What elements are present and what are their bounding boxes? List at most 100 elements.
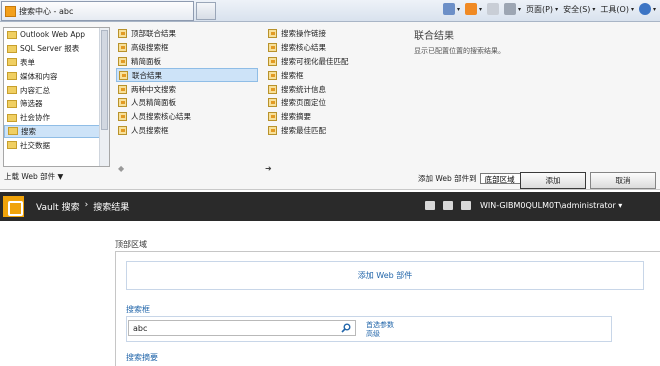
cancel-button[interactable]: 取消 — [590, 172, 656, 189]
breadcrumb: Vault 搜索 › 搜索结果 — [36, 200, 129, 213]
search-summary-title[interactable]: 搜索摘要 — [126, 352, 158, 363]
web-part-icon — [268, 112, 277, 122]
web-part-item[interactable]: 搜索框 — [266, 68, 408, 82]
about-part-panel: 联合结果 显示已配置位置的搜索结果。 — [414, 27, 654, 56]
web-part-icon — [118, 125, 127, 135]
web-part-item[interactable]: 人员搜索框 — [116, 124, 258, 138]
folder-icon — [7, 44, 17, 53]
printer-icon — [503, 3, 516, 15]
web-part-item[interactable]: 精简面板 — [116, 55, 258, 69]
web-part-item[interactable]: 搜索页面定位 — [266, 96, 408, 110]
safety-menu[interactable]: 安全(S) ▾ — [563, 4, 595, 15]
web-part-label: 联合结果 — [132, 70, 162, 80]
add-button[interactable]: 添加 — [520, 172, 586, 189]
web-part-label: 精简面板 — [131, 56, 161, 66]
category-item[interactable]: 社交数据 — [4, 138, 109, 152]
web-part-item[interactable]: 搜索最佳匹配 — [266, 124, 408, 138]
search-box-title[interactable]: 搜索框 — [126, 304, 150, 315]
about-part-title: 联合结果 — [414, 31, 454, 42]
tag-icon[interactable] — [425, 201, 435, 210]
web-part-icon — [268, 84, 277, 94]
web-part-item[interactable]: 搜索统计信息 — [266, 82, 408, 96]
web-part-icon — [268, 125, 277, 135]
web-part-item[interactable]: 高级搜索框 — [116, 41, 258, 55]
web-part-icon — [268, 70, 277, 80]
advanced-link[interactable]: 高级 — [366, 330, 394, 339]
web-part-item[interactable]: 两种中文搜索 — [116, 82, 258, 96]
category-label: SQL Server 报表 — [20, 44, 80, 54]
web-part-item[interactable]: 搜索可视化最佳匹配 — [266, 55, 408, 69]
category-item[interactable]: 媒体和内容 — [4, 69, 109, 83]
web-part-icon — [118, 98, 127, 108]
category-item[interactable]: Outlook Web App — [4, 28, 109, 42]
preferences-link[interactable]: 首选参数 — [366, 321, 394, 330]
scrollbar-thumb[interactable] — [101, 30, 108, 130]
category-item[interactable]: 社会协作 — [4, 111, 109, 125]
web-part-label: 搜索页面定位 — [281, 98, 326, 108]
next-page-icon[interactable]: ➜ — [265, 164, 272, 173]
browser-toolbar: 搜索中心 - abc ▾ ▾ ▾ 页面(P) ▾ 安全(S) ▾ 工具(O) ▾ ▾ — [0, 0, 660, 22]
web-part-icon — [118, 56, 127, 66]
prev-page-icon[interactable]: ◆ — [118, 164, 124, 173]
safety-menu-label: 安全(S) — [563, 4, 591, 14]
web-part-item[interactable]: 人员搜索核心结果 — [116, 110, 258, 124]
category-label: Outlook Web App — [20, 30, 85, 40]
web-part-gallery: Outlook Web App SQL Server 报表表单 媒体和内容内容汇总筛… — [0, 22, 660, 190]
web-part-icon — [119, 70, 128, 80]
web-part-label: 搜索统计信息 — [281, 84, 326, 94]
search-input[interactable] — [128, 320, 356, 336]
user-menu[interactable]: WIN-GIBM0QULM0T\administrator ▾ — [480, 201, 622, 210]
command-bar: ▾ ▾ ▾ 页面(P) ▾ 安全(S) ▾ 工具(O) ▾ ▾ — [442, 3, 656, 15]
folder-icon — [7, 72, 17, 81]
web-part-label: 两种中文搜索 — [131, 84, 176, 94]
category-label: 搜索 — [21, 126, 36, 136]
sharepoint-logo-icon[interactable] — [3, 196, 24, 217]
web-part-item[interactable]: 人员精简面板 — [116, 96, 258, 110]
folder-icon — [7, 86, 17, 95]
site-link[interactable]: Vault 搜索 — [36, 200, 80, 213]
category-item[interactable]: 筛选器 — [4, 97, 109, 111]
web-part-item[interactable]: 顶部联合结果 — [116, 27, 258, 41]
search-icon[interactable] — [341, 323, 351, 333]
tools-menu-label: 工具(O) — [600, 4, 629, 14]
web-part-item[interactable]: 联合结果 — [116, 68, 258, 83]
web-part-icon — [268, 56, 277, 66]
mail-icon — [486, 3, 499, 15]
settings-icon[interactable] — [461, 201, 471, 210]
folder-icon — [7, 58, 17, 67]
suite-icons — [425, 201, 471, 210]
share-icon[interactable] — [443, 201, 453, 210]
page-menu[interactable]: 页面(P) ▾ — [526, 4, 558, 15]
web-part-icon — [118, 84, 127, 94]
new-tab-button[interactable] — [196, 2, 216, 20]
web-part-item[interactable]: 搜索操作链接 — [266, 27, 408, 41]
page-content: 顶部区域 添加 Web 部件 搜索框 首选参数 高级 搜索摘要 — [0, 221, 660, 366]
print-button[interactable]: ▾ — [503, 3, 521, 15]
home-button[interactable]: ▾ — [442, 3, 460, 15]
browser-tab[interactable]: 搜索中心 - abc — [1, 1, 194, 21]
category-scrollbar[interactable] — [99, 28, 109, 166]
web-part-column-2: 搜索操作链接搜索核心结果搜索可视化最佳匹配 搜索框搜索统计信息 搜索页面定位搜索摘要… — [266, 27, 408, 137]
help-button[interactable]: ▾ — [638, 3, 656, 15]
add-web-part-link[interactable]: 添加 Web 部件 — [126, 261, 644, 290]
tab-title: 搜索中心 - abc — [19, 6, 74, 16]
category-item[interactable]: SQL Server 报表 — [4, 42, 109, 56]
feeds-button[interactable]: ▾ — [464, 3, 482, 15]
category-label: 媒体和内容 — [20, 71, 58, 81]
folder-icon — [7, 113, 17, 122]
category-item[interactable]: 搜索 — [4, 124, 109, 139]
upload-web-part-button[interactable]: 上载 Web 部件 ▼ — [4, 171, 63, 182]
folder-icon — [8, 127, 18, 136]
category-item[interactable]: 表单 — [4, 56, 109, 70]
mail-button[interactable] — [486, 3, 499, 15]
web-part-label: 搜索核心结果 — [281, 43, 326, 53]
web-part-label: 搜索可视化最佳匹配 — [281, 56, 349, 66]
web-part-item[interactable]: 搜索摘要 — [266, 110, 408, 124]
category-label: 内容汇总 — [20, 85, 50, 95]
web-part-label: 搜索框 — [281, 70, 304, 80]
web-part-label: 人员精简面板 — [131, 98, 176, 108]
category-item[interactable]: 内容汇总 — [4, 83, 109, 97]
breadcrumb-separator: › — [84, 200, 89, 210]
web-part-item[interactable]: 搜索核心结果 — [266, 41, 408, 55]
tools-menu[interactable]: 工具(O) ▾ — [600, 4, 634, 15]
